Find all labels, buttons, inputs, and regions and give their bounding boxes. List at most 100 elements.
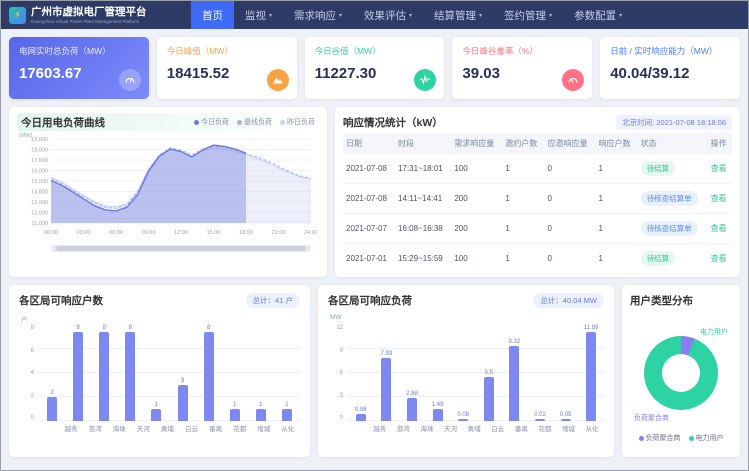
bar-slot-2: 2.88 (399, 325, 425, 421)
y-tick-label: 2 (31, 393, 34, 399)
bar-slot-5: 5.5 (476, 325, 502, 421)
nav-item-label: 参数配置 (574, 8, 616, 23)
view-link[interactable]: 查看 (711, 194, 727, 203)
legend-dot-icon (237, 120, 242, 125)
bar-slot-0: 0.88 (348, 325, 374, 421)
bar-slot-2: 8 (91, 325, 117, 421)
district-load-yaxis: 129630 (328, 325, 343, 421)
district-users-header: 各区局可响应户数 总计：41 户 (19, 291, 300, 309)
cell-status: 待核查结算单 (638, 184, 708, 214)
kpi-row: 电网实时总负荷（MW） 17603.67今日峰值（MW） 18415.52今日谷… (1, 29, 748, 99)
nav-item-1[interactable]: 监视▾ (234, 1, 283, 29)
view-link[interactable]: 查看 (711, 224, 727, 233)
cell-action: 查看 (708, 184, 732, 214)
cell-date: 2021-07-08 (343, 184, 395, 214)
bar-value-label: 8 (207, 325, 210, 331)
nav-item-5[interactable]: 签约管理▾ (493, 1, 563, 29)
bar-value-label: 1 (233, 402, 236, 408)
bar-value-label: 9.32 (509, 339, 521, 345)
table-row: 2021-07-01 15:29~15:59 100 1 0 1 待结算 查看 (343, 244, 732, 274)
donut-legend: 负荷聚合商 电力用户 (630, 433, 732, 443)
cell-responders: 1 (596, 184, 638, 214)
datazoom-slider[interactable] (51, 245, 311, 252)
donut-legend-item-0[interactable]: 负荷聚合商 (639, 433, 681, 443)
bar-value-label: 0.02 (534, 412, 546, 418)
cell-response: 0 (545, 154, 596, 184)
bar-rect (407, 398, 417, 421)
legend-item-1[interactable]: 基线负荷 (237, 117, 272, 127)
bar-value-label: 0.05 (560, 412, 572, 418)
kpi-title: 今日峰谷差率（%） (462, 45, 582, 57)
cell-demand: 100 (451, 244, 502, 274)
svg-text:17,000: 17,000 (31, 158, 48, 164)
bar-category-label: 越秀 (368, 423, 392, 433)
district-load-panel: 各区局可响应负荷 总计：40.04 MW MW 129630 0.88 7.93… (318, 285, 614, 457)
rate-icon (562, 69, 584, 91)
svg-text:11,000: 11,000 (32, 221, 48, 227)
bar-rect (484, 377, 494, 421)
status-badge: 待核查结算单 (641, 221, 698, 236)
total-badge: 总计：41 户 (246, 293, 300, 308)
svg-text:03:00: 03:00 (77, 230, 91, 236)
bar-category-label: 天河 (131, 423, 155, 433)
cell-responders: 1 (596, 244, 638, 274)
legend-item-2[interactable]: 昨日负荷 (280, 117, 315, 127)
svg-text:19,000: 19,000 (31, 137, 48, 143)
chevron-down-icon: ▾ (269, 12, 272, 19)
load-curve-header: 今日用电负荷曲线 今日负荷基线负荷昨日负荷 (17, 113, 319, 131)
cell-demand: 200 (451, 214, 502, 244)
bar-slot-1: 7.93 (374, 325, 400, 421)
table-row: 2021-07-08 14:11~14:41 200 1 0 1 待核查结算单 … (343, 184, 732, 214)
bar-slot-3: 8 (117, 325, 143, 421)
bar-category-label: 黄埔 (462, 423, 486, 433)
bar-category-label: 从化 (580, 423, 604, 433)
mid-row: 今日用电负荷曲线 今日负荷基线负荷昨日负荷 (MW) 11,00012,0001… (1, 99, 748, 285)
svg-text:18,000: 18,000 (31, 148, 48, 154)
bar-value-label: 1 (259, 402, 262, 408)
column-header: 时段 (395, 133, 451, 154)
y-axis-unit: 户 (21, 314, 28, 324)
nav-item-3[interactable]: 效果评估▾ (353, 1, 423, 29)
bar-rect (204, 332, 214, 421)
datazoom-handle[interactable] (56, 246, 306, 251)
y-tick-label: 4 (31, 370, 34, 376)
brand-subtitle: Guangzhou Virtual Power Plant Management… (31, 19, 147, 24)
legend-item-0[interactable]: 今日负荷 (194, 117, 229, 127)
y-tick-label: 12 (336, 325, 343, 331)
bar-category-label: 海珠 (107, 423, 131, 433)
kpi-card-0: 电网实时总负荷（MW） 17603.67 (9, 37, 149, 99)
main-menu: 首页监视▾需求响应▾效果评估▾结算管理▾签约管理▾参数配置▾ (191, 1, 633, 29)
svg-text:16,000: 16,000 (31, 169, 48, 175)
svg-text:21:00: 21:00 (272, 230, 286, 236)
gauge-icon (119, 69, 141, 91)
legend-dot-icon (689, 436, 694, 441)
legend-dot-icon (194, 120, 199, 125)
app-window: ⚡ 广州市虚拟电厂管理平台 Guangzhou Virtual Power Pl… (0, 0, 749, 471)
cell-period: 14:11~14:41 (395, 184, 451, 214)
bar-value-label: 0.08 (457, 412, 469, 418)
table-header-row: 日期时段需求响应量邀约户数应邀响应量响应户数状态操作 (343, 133, 732, 154)
cell-date: 2021-07-01 (343, 244, 395, 274)
panel-title: 用户类型分布 (630, 293, 693, 308)
bar-category-label: 荔湾 (392, 423, 416, 433)
bar-category-label: 海珠 (415, 423, 439, 433)
nav-item-2[interactable]: 需求响应▾ (283, 1, 353, 29)
nav-item-0[interactable]: 首页 (191, 1, 234, 29)
bar-category-label: 天河 (439, 423, 463, 433)
panel-title: 今日用电负荷曲线 (21, 115, 105, 130)
donut-label-power-user: 电力用户 (700, 327, 728, 337)
cell-action: 查看 (708, 154, 732, 184)
nav-item-4[interactable]: 结算管理▾ (423, 1, 493, 29)
bar-category-label: 黄埔 (155, 423, 179, 433)
bar-rect (509, 346, 519, 421)
bar-category-label: 增城 (557, 423, 581, 433)
svg-text:06:00: 06:00 (109, 230, 123, 236)
view-link[interactable]: 查看 (711, 254, 727, 263)
bar-category-label: 越秀 (59, 423, 83, 433)
bar-value-label: 0.88 (355, 407, 367, 413)
y-tick-label: 8 (31, 325, 34, 331)
view-link[interactable]: 查看 (711, 164, 727, 173)
donut-legend-item-1[interactable]: 电力用户 (689, 433, 724, 443)
bar-slot-0: 2 (39, 325, 65, 421)
nav-item-6[interactable]: 参数配置▾ (563, 1, 633, 29)
